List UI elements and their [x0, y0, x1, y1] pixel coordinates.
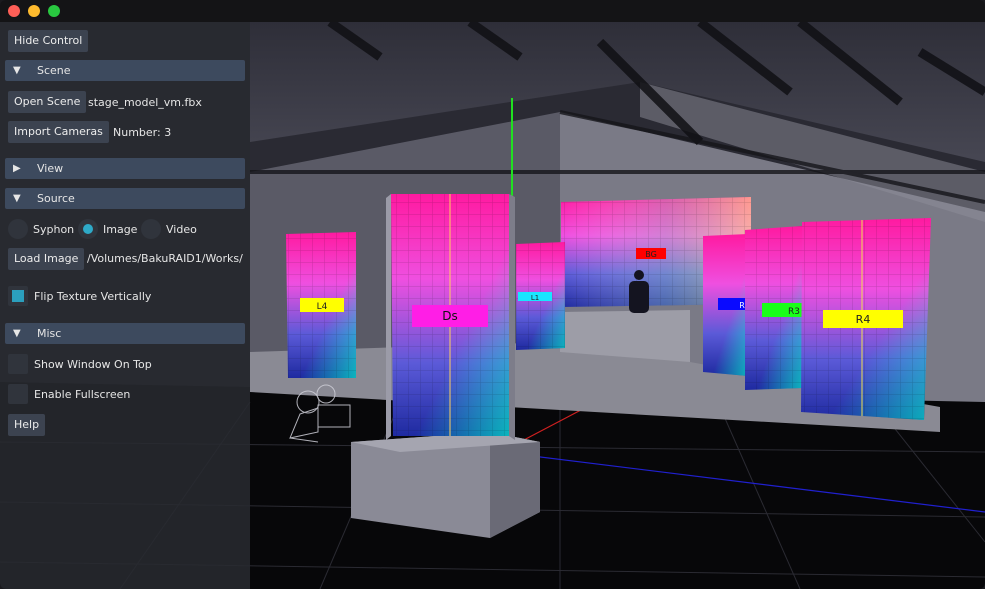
close-window-button[interactable] [8, 5, 20, 17]
misc-section-header[interactable]: ▼ Misc [5, 323, 245, 344]
app-window: BG L4 L1 R R3 R4 Ds Hide Control ▼ Scene… [0, 0, 985, 589]
show-on-top-checkbox[interactable] [8, 354, 28, 374]
label-r3: R3 [788, 307, 800, 317]
scene-header-label: Scene [37, 64, 71, 77]
expand-triangle-icon: ▶ [13, 163, 21, 174]
screen-l4: L4 [286, 232, 356, 378]
label-r-small: R [739, 301, 745, 310]
minimize-window-button[interactable] [28, 5, 40, 17]
label-l1: L1 [531, 294, 539, 302]
label-ds: Ds [442, 309, 458, 323]
misc-header-label: Misc [37, 327, 62, 340]
screen-r3: R3 [745, 226, 802, 390]
image-path: /Volumes/BakuRAID1/Works/ [87, 252, 243, 265]
fullscreen-checkbox[interactable] [8, 384, 28, 404]
source-image-label: Image [103, 223, 138, 236]
flip-texture-label: Flip Texture Vertically [34, 290, 152, 303]
flip-texture-checkbox[interactable] [8, 286, 28, 306]
view-header-label: View [37, 162, 64, 175]
source-video-radio[interactable] [141, 219, 161, 239]
screen-r4: R4 [801, 218, 931, 420]
scene-section-header[interactable]: ▼ Scene [5, 60, 245, 81]
source-syphon-label: Syphon [33, 223, 75, 236]
collapse-triangle-icon: ▼ [13, 193, 21, 204]
zoom-window-button[interactable] [48, 5, 60, 17]
label-l4: L4 [317, 302, 328, 312]
show-on-top-label: Show Window On Top [34, 358, 152, 371]
source-image-radio[interactable] [78, 219, 98, 239]
source-syphon-radio[interactable] [8, 219, 28, 239]
source-video-label: Video [166, 223, 197, 236]
label-bg: BG [645, 250, 657, 259]
camera-count: Number: 3 [113, 126, 172, 139]
import-cameras-button[interactable]: Import Cameras [8, 121, 109, 143]
source-section-header[interactable]: ▼ Source [5, 188, 245, 209]
title-bar [0, 0, 985, 22]
scene-file-name: stage_model_vm.fbx [88, 96, 202, 109]
open-scene-button[interactable]: Open Scene [8, 91, 87, 113]
load-image-button[interactable]: Load Image [8, 248, 85, 270]
collapse-triangle-icon: ▼ [13, 65, 21, 76]
collapse-triangle-icon: ▼ [13, 328, 21, 339]
screen-r-small: R [703, 234, 748, 376]
hide-control-button[interactable]: Hide Control [8, 30, 89, 52]
control-panel: Hide Control ▼ Scene Open Scene stage_mo… [0, 22, 250, 589]
source-header-label: Source [37, 192, 75, 205]
view-section-header[interactable]: ▶ View [5, 158, 245, 179]
screen-l1: L1 [516, 242, 565, 350]
fullscreen-label: Enable Fullscreen [34, 388, 131, 401]
help-button[interactable]: Help [8, 414, 46, 436]
label-r4: R4 [856, 313, 871, 326]
